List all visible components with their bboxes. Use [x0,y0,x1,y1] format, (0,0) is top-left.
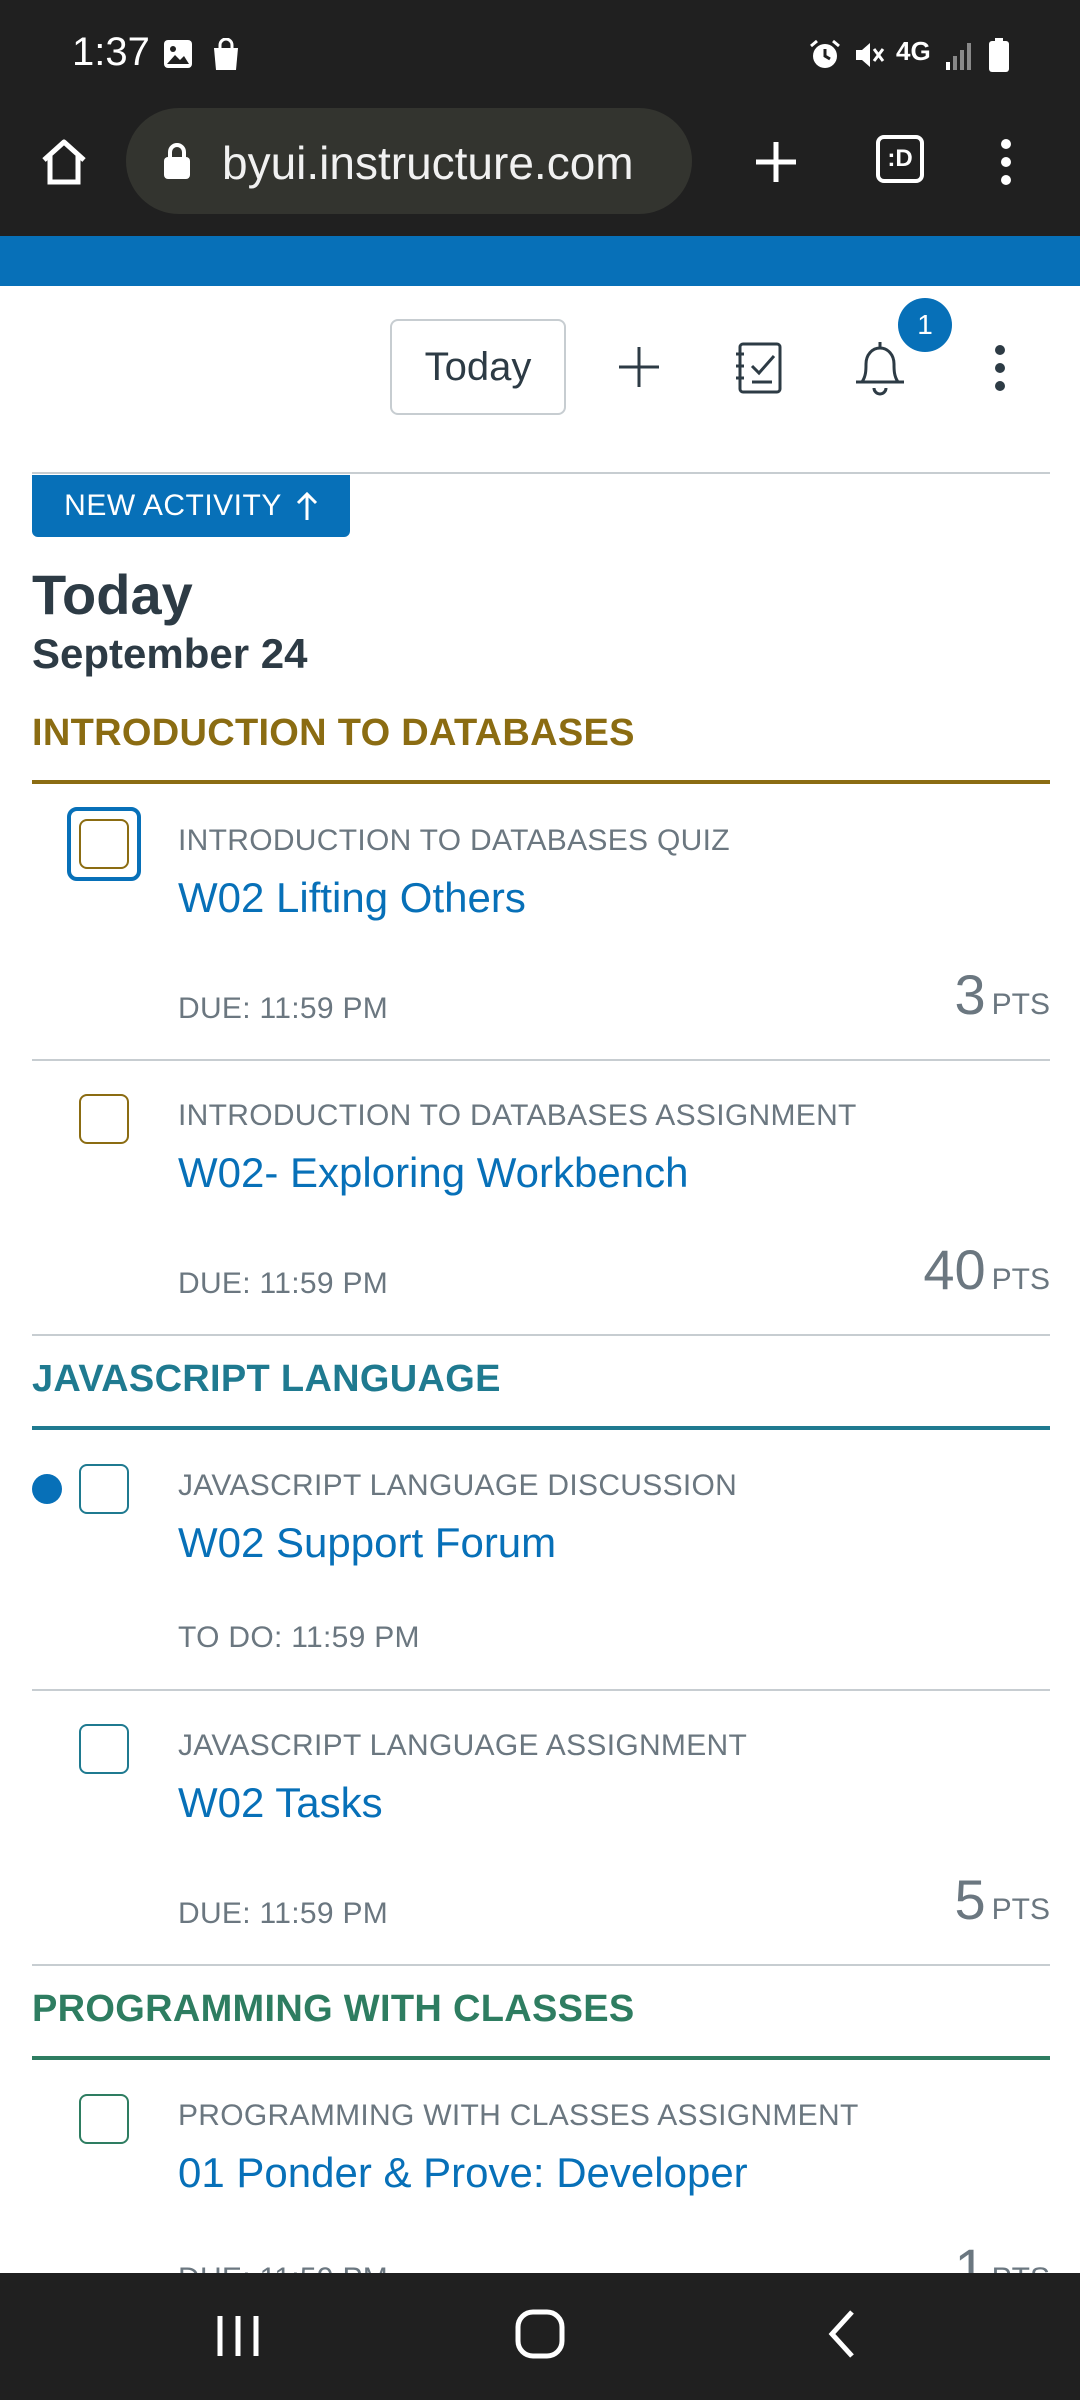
add-todo-icon[interactable] [614,342,664,397]
new-tab-icon[interactable] [748,134,804,195]
course-title[interactable]: PROGRAMMING WITH CLASSES [32,1988,635,2031]
lock-icon [162,142,192,185]
recent-apps-icon[interactable] [210,2310,266,2367]
course-divider [32,2056,1050,2060]
arrow-up-icon [296,491,317,520]
course-title[interactable]: INTRODUCTION TO DATABASES [32,712,635,755]
notifications-bell-icon[interactable] [852,338,908,403]
item-title-link[interactable]: W02 Tasks [178,1779,383,1827]
item-title-link[interactable]: 01 Ponder & Prove: Developer [178,2149,748,2197]
item-points: 3 PTS [954,963,1050,1026]
item-title-link[interactable]: W02- Exploring Workbench [178,1149,688,1197]
day-title: Today [32,563,193,626]
grades-icon[interactable] [734,340,786,401]
item-type: PROGRAMMING WITH CLASSES ASSIGNMENT [178,2099,859,2132]
more-options-icon[interactable] [988,342,1012,399]
network-type: 4G [896,36,931,66]
battery-icon [988,38,1010,77]
day-date: September 24 [32,630,308,677]
back-nav-icon[interactable] [822,2306,862,2367]
today-button[interactable]: Today [390,319,566,415]
notification-count-badge: 1 [898,298,952,352]
mute-icon [852,38,886,77]
item-due: DUE: 11:59 PM [178,1267,389,1300]
home-icon[interactable] [36,134,92,195]
tab-switcher-button[interactable]: :D [876,135,924,183]
gallery-icon [162,38,194,75]
home-nav-icon[interactable] [512,2306,568,2367]
browser-menu-icon[interactable] [994,136,1018,193]
url-text[interactable]: byui.instructure.com [222,136,634,190]
shopping-bag-icon [210,37,242,77]
alarm-icon [808,38,842,77]
item-type: JAVASCRIPT LANGUAGE DISCUSSION [178,1469,738,1502]
new-item-indicator [32,1474,62,1504]
item-title-link[interactable]: W02 Support Forum [178,1519,556,1567]
row-divider [32,1964,1050,1966]
item-due: TO DO: 11:59 PM [178,1621,420,1654]
new-activity-label: NEW ACTIVITY [64,489,282,522]
new-activity-button[interactable]: NEW ACTIVITY [32,475,350,537]
course-divider [32,1426,1050,1430]
status-time: 1:37 [72,30,150,74]
item-type: JAVASCRIPT LANGUAGE ASSIGNMENT [178,1729,748,1762]
row-divider [32,1334,1050,1336]
item-due: DUE: 11:59 PM [178,1897,389,1930]
item-checkbox[interactable] [79,819,129,869]
item-checkbox[interactable] [79,1094,129,1144]
item-points: 5 PTS [954,1868,1050,1931]
status-bar: 1:37 4G [0,0,1080,120]
item-points: 40 PTS [923,1238,1050,1301]
item-checkbox[interactable] [79,2094,129,2144]
item-type: INTRODUCTION TO DATABASES QUIZ [178,824,730,857]
header-divider [32,472,1050,474]
row-divider [32,1689,1050,1691]
signal-icon [944,38,974,75]
item-due: DUE: 11:59 PM [178,992,389,1025]
item-checkbox[interactable] [79,1464,129,1514]
row-divider [32,1059,1050,1061]
course-title[interactable]: JAVASCRIPT LANGUAGE [32,1358,501,1401]
item-checkbox[interactable] [79,1724,129,1774]
course-divider [32,780,1050,784]
item-type: INTRODUCTION TO DATABASES ASSIGNMENT [178,1099,857,1132]
canvas-header-bar [0,236,1080,286]
item-title-link[interactable]: W02 Lifting Others [178,874,526,922]
